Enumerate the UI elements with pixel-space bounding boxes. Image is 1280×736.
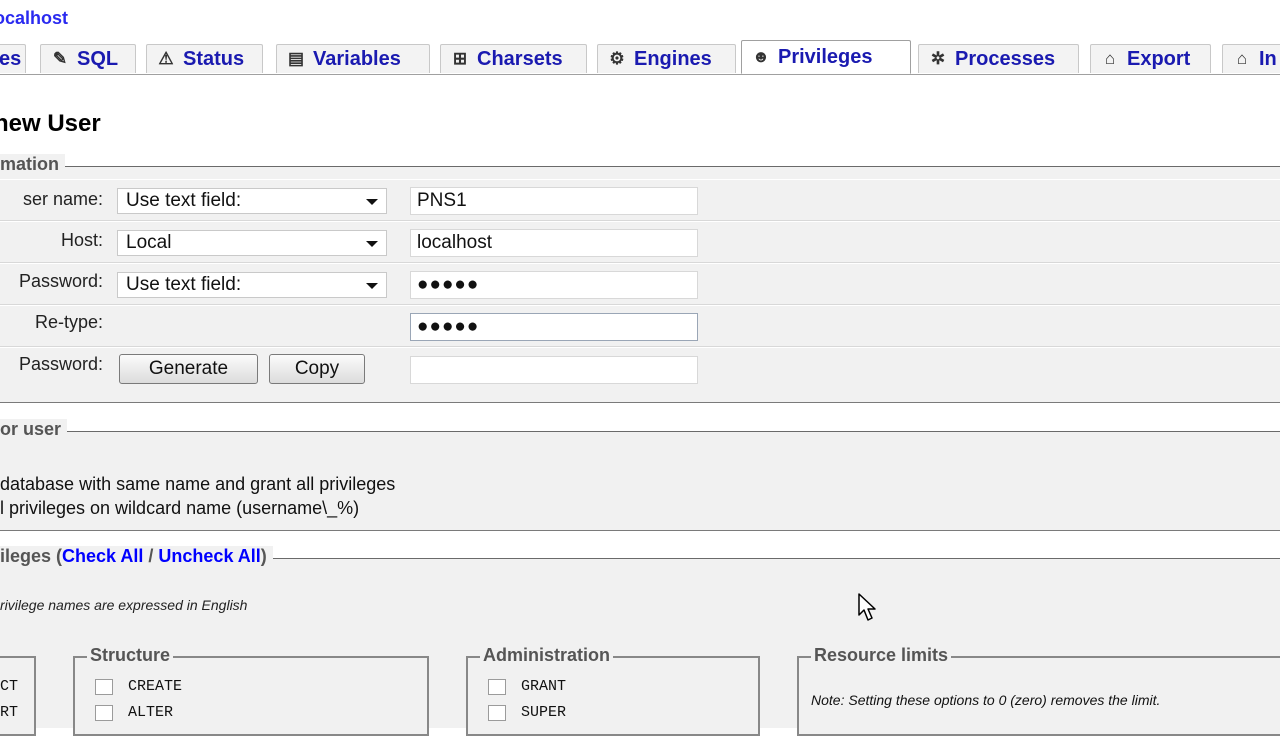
password-row: Password: Use text field: [0,263,1280,305]
priv-select-label: CT [0,678,19,695]
tab-label: Engines [634,47,712,70]
database-for-user-fieldset: or user database with same name and gran… [0,419,1280,531]
tab-label: Status [183,47,245,70]
chevron-down-icon [366,241,378,247]
select-value: Use text field: [126,190,242,211]
select-value: Use text field: [126,274,242,295]
generated-password-input[interactable] [410,356,698,384]
legend-prefix: ileges ( [0,546,63,566]
global-privileges-legend: ileges (Check All / Uncheck All) [0,546,273,567]
charsets-icon: ⊞ [452,49,468,68]
tab-label: Processes [955,47,1056,70]
structure-legend: Structure [87,645,174,666]
sql-icon: ✎ [52,49,68,68]
administration-legend: Administration [480,645,614,666]
generate-password-row: Password: Generate Copy [0,347,1280,394]
create-database-option[interactable]: database with same name and grant all pr… [0,474,395,495]
super-label: SUPER [521,704,567,721]
chevron-down-icon [366,283,378,289]
login-information-legend: mation [0,154,66,175]
user-name-row: ser name: Use text field: [0,179,1280,221]
mouse-cursor-icon [858,593,876,621]
processes-icon: ✲ [930,49,946,68]
structure-privileges-fieldset: Structure CREATE ALTER [73,645,429,736]
tab-charsets[interactable]: ⊞ Charsets [440,44,587,73]
engines-icon: ⚙ [609,49,625,68]
import-icon: ⌂ [1236,49,1248,68]
tab-sql[interactable]: ✎ SQL [40,44,136,73]
host-type-select[interactable]: Local [117,230,387,256]
database-for-user-legend: or user [0,419,68,440]
password-label: Password: [18,271,103,291]
generate-button[interactable]: Generate [119,354,258,384]
generate-password-label: Password: [18,354,103,374]
tab-engines[interactable]: ⚙ Engines [597,44,736,73]
resource-limits-note: Note: Setting these options to 0 (zero) … [811,692,1161,708]
variables-icon: ▤ [287,49,305,68]
priv-insert-label: RT [0,704,19,721]
legend-suffix: ) [260,546,267,566]
resource-limits-legend: Resource limits [811,645,952,666]
grant-checkbox[interactable] [488,679,506,695]
user-name-input[interactable] [410,187,698,215]
retype-password-input[interactable] [410,313,698,341]
tab-processes[interactable]: ✲ Processes [918,44,1079,73]
host-label: Host: [60,230,103,250]
tab-label: In [1259,47,1277,70]
tab-label: SQL [77,47,119,70]
alter-label: ALTER [128,704,174,721]
alter-checkbox[interactable] [95,705,113,721]
password-type-select[interactable]: Use text field: [117,272,387,298]
data-privileges-fieldset: CT RT [0,656,36,736]
resource-limits-fieldset: Resource limits Note: Setting these opti… [797,645,1280,736]
uncheck-all-link[interactable]: Uncheck All [158,546,260,566]
administration-privileges-fieldset: Administration GRANT SUPER [466,645,760,736]
tab-variables[interactable]: ▤ Variables [276,44,430,73]
host-row: Host: Local [0,221,1280,263]
check-all-link[interactable]: Check All [62,546,143,566]
retype-label: Re-type: [34,312,103,332]
select-value: Local [126,232,172,253]
create-label: CREATE [128,678,183,695]
chevron-down-icon [366,199,378,205]
breadcrumb-server[interactable]: ocalhost [0,8,68,29]
tab-status[interactable]: ⚠ Status [146,44,263,73]
status-icon: ⚠ [158,49,174,68]
tab-bar: es ✎ SQL ⚠ Status ▤ Variables ⊞ Charsets… [0,40,1280,75]
super-checkbox[interactable] [488,705,506,721]
tab-import[interactable]: ⌂ In [1222,44,1280,73]
tab-privileges[interactable]: ☻ Privileges [741,40,911,74]
legend-separator: / [143,546,159,566]
login-information-fieldset: mation ser name: Use text field: Host: L… [0,154,1280,403]
tab-label: es [0,47,22,70]
copy-button[interactable]: Copy [269,354,365,384]
tab-label: Charsets [477,47,563,70]
user-name-type-select[interactable]: Use text field: [117,188,387,214]
privileges-icon: ☻ [752,47,770,66]
grant-wildcard-option[interactable]: l privileges on wildcard name (username\… [0,498,359,519]
tab-label: Export [1127,47,1191,70]
user-name-label: ser name: [22,189,103,209]
host-input[interactable] [410,229,698,257]
retype-row: Re-type: [0,305,1280,347]
create-checkbox[interactable] [95,679,113,695]
grant-label: GRANT [521,678,567,695]
privileges-english-note: rivilege names are expressed in English [0,597,248,613]
page-title: new User [0,110,101,137]
tab-label: Variables [313,47,401,70]
tab-export[interactable]: ⌂ Export [1090,44,1211,73]
password-input[interactable] [410,271,698,299]
tab-label: Privileges [778,45,873,68]
export-icon: ⌂ [1104,49,1116,68]
tab-databases[interactable]: es [0,44,26,73]
